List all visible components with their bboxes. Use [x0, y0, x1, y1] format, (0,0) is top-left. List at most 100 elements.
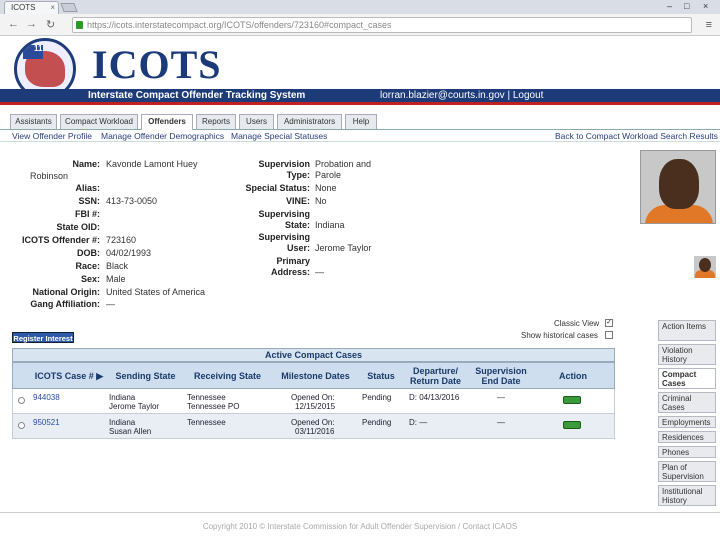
offender-photo-thumbnail[interactable]: [694, 256, 716, 278]
icots-offender-label: ICOTS Offender #:: [21, 235, 100, 245]
table-row[interactable]: 944038 Indiana Jerome Taylor Tennessee T…: [12, 389, 615, 414]
case-status: Pending: [362, 418, 392, 427]
col-departure-return[interactable]: Departure/ Return Date: [403, 366, 468, 386]
ssn-label: SSN:: [78, 196, 100, 206]
col-milestone-dates[interactable]: Milestone Dates: [273, 371, 358, 381]
app-logo-title: ICOTS: [92, 42, 222, 87]
user-bar: lorran.blazier@courts.in.gov | Logout: [380, 90, 544, 101]
cases-table-header: ICOTS Case # ▶ Sending State Receiving S…: [12, 362, 615, 389]
national-origin-value: United States of America: [106, 287, 206, 297]
show-historical-label: Show historical cases: [521, 331, 598, 340]
case-number-link[interactable]: 950521: [33, 418, 60, 427]
col-supervision-end[interactable]: Supervision End Date: [471, 366, 531, 386]
supervising-state-label: Supervising State:: [258, 209, 310, 230]
supervision-end: —: [497, 393, 505, 402]
ssn-value: 413-73-0050: [106, 196, 158, 206]
icots-offender-value: 723160: [106, 235, 137, 245]
milestone-date: 03/11/2016: [295, 427, 335, 436]
receiving-state: Tennessee: [187, 393, 226, 402]
active-cases-title: Active Compact Cases: [12, 348, 615, 362]
forward-arrow-icon[interactable]: →: [26, 18, 37, 30]
minimize-icon[interactable]: –: [667, 1, 672, 11]
tab-compact-workload[interactable]: Compact Workload: [60, 114, 138, 129]
close-icon[interactable]: ×: [50, 3, 55, 12]
app-subtitle: Interstate Compact Offender Tracking Sys…: [88, 90, 306, 101]
col-status[interactable]: Status: [361, 371, 401, 381]
sidebar-item-institutional-history[interactable]: Institutional History: [658, 485, 716, 506]
show-historical-checkbox[interactable]: [605, 331, 613, 339]
register-interest-button[interactable]: Register Interest: [12, 332, 74, 343]
tab-administrators[interactable]: Administrators: [277, 114, 342, 129]
view-offender-profile-link[interactable]: View Offender Profile: [12, 131, 92, 141]
sidebar-item-violation-history[interactable]: Violation History: [658, 344, 716, 365]
dob-value: 04/02/1993: [106, 248, 152, 258]
case-number-link[interactable]: 944038: [33, 393, 60, 402]
sending-state: Indiana: [109, 393, 136, 402]
browser-menu-icon[interactable]: ≡: [706, 19, 712, 31]
fbi-label: FBI #:: [74, 209, 100, 219]
sidebar-item-phones[interactable]: Phones: [658, 446, 716, 458]
user-email: lorran.blazier@courts.in.gov: [380, 90, 505, 101]
browser-tab-strip: ICOTS × – □ ×: [0, 0, 720, 14]
case-action-button[interactable]: [563, 396, 581, 404]
classic-view-label: Classic View: [554, 319, 600, 328]
manage-demographics-link[interactable]: Manage Offender Demographics: [101, 131, 224, 141]
case-select-radio[interactable]: [18, 397, 25, 404]
address-bar[interactable]: https://icots.interstatecompact.org/ICOT…: [72, 17, 692, 33]
new-tab-button[interactable]: [60, 3, 78, 12]
state-oid-label: State OID:: [56, 222, 100, 232]
sending-user: Jerome Taylor: [109, 402, 160, 411]
tab-help[interactable]: Help: [345, 114, 377, 129]
reload-icon[interactable]: ↻: [46, 18, 55, 31]
milestone-label: Opened On:: [291, 418, 335, 427]
logout-link[interactable]: Logout: [513, 90, 544, 101]
footer-divider: [0, 512, 720, 513]
case-select-radio[interactable]: [18, 422, 25, 429]
name-value: Kavonde Lamont Huey: [106, 159, 198, 169]
departure-date: D: —: [409, 418, 428, 427]
sidebar-item-criminal-cases[interactable]: Criminal Cases: [658, 392, 716, 413]
main-nav: Assistants Compact Workload Offenders Re…: [0, 114, 720, 130]
case-action-button[interactable]: [563, 421, 581, 429]
window-close-icon[interactable]: ×: [703, 1, 708, 11]
maximize-icon[interactable]: □: [684, 1, 689, 11]
col-case-number[interactable]: ICOTS Case # ▶: [33, 371, 105, 381]
primary-address-value: —: [315, 267, 324, 277]
sidebar-item-compact-cases[interactable]: Compact Cases: [658, 368, 716, 389]
col-sending-state[interactable]: Sending State: [108, 371, 183, 381]
supervising-user-label: Supervising User:: [258, 232, 310, 253]
vine-label: VINE:: [285, 196, 310, 206]
classic-view-checkbox[interactable]: ✓: [605, 319, 613, 327]
receiving-user: Tennessee PO: [187, 402, 240, 411]
browser-tab[interactable]: ICOTS ×: [4, 1, 59, 14]
back-arrow-icon[interactable]: ←: [8, 18, 19, 30]
race-label: Race:: [75, 261, 100, 271]
sidebar-item-action-items[interactable]: Action Items: [658, 320, 716, 341]
manage-statuses-link[interactable]: Manage Special Statuses: [231, 131, 327, 141]
tab-users[interactable]: Users: [239, 114, 274, 129]
name-label: Name:: [72, 159, 100, 169]
milestone-date: 12/15/2015: [295, 402, 336, 411]
sending-state: Indiana: [109, 418, 136, 427]
dob-label: DOB:: [77, 248, 100, 258]
tab-reports[interactable]: Reports: [196, 114, 236, 129]
col-action: Action: [559, 371, 587, 381]
tab-assistants[interactable]: Assistants: [10, 114, 57, 129]
tab-offenders[interactable]: Offenders: [141, 114, 193, 130]
sidebar-item-residences[interactable]: Residences: [658, 431, 716, 443]
table-row[interactable]: 950521 Indiana Susan Allen Tennessee Ope…: [12, 414, 615, 439]
col-receiving-state[interactable]: Receiving State: [185, 371, 270, 381]
national-origin-label: National Origin:: [32, 287, 101, 297]
offender-photo[interactable]: [640, 150, 716, 224]
special-status-label: Special Status:: [245, 183, 310, 193]
address-bar-row: ← → ↻ https://icots.interstatecompact.or…: [0, 14, 720, 36]
supervision-end: —: [497, 418, 505, 427]
sidebar-item-plan-of-supervision[interactable]: Plan of Supervision: [658, 461, 716, 482]
sub-nav: View Offender Profile Manage Offender De…: [0, 130, 720, 142]
sidebar-item-employments[interactable]: Employments: [658, 416, 716, 428]
supervision-type-label: Supervision Type:: [258, 159, 310, 180]
gang-affiliation-label: Gang Affiliation:: [30, 299, 100, 309]
lock-icon: [76, 21, 83, 29]
sex-value: Male: [106, 274, 126, 284]
back-to-results-link[interactable]: Back to Compact Workload Search Results: [555, 131, 718, 141]
